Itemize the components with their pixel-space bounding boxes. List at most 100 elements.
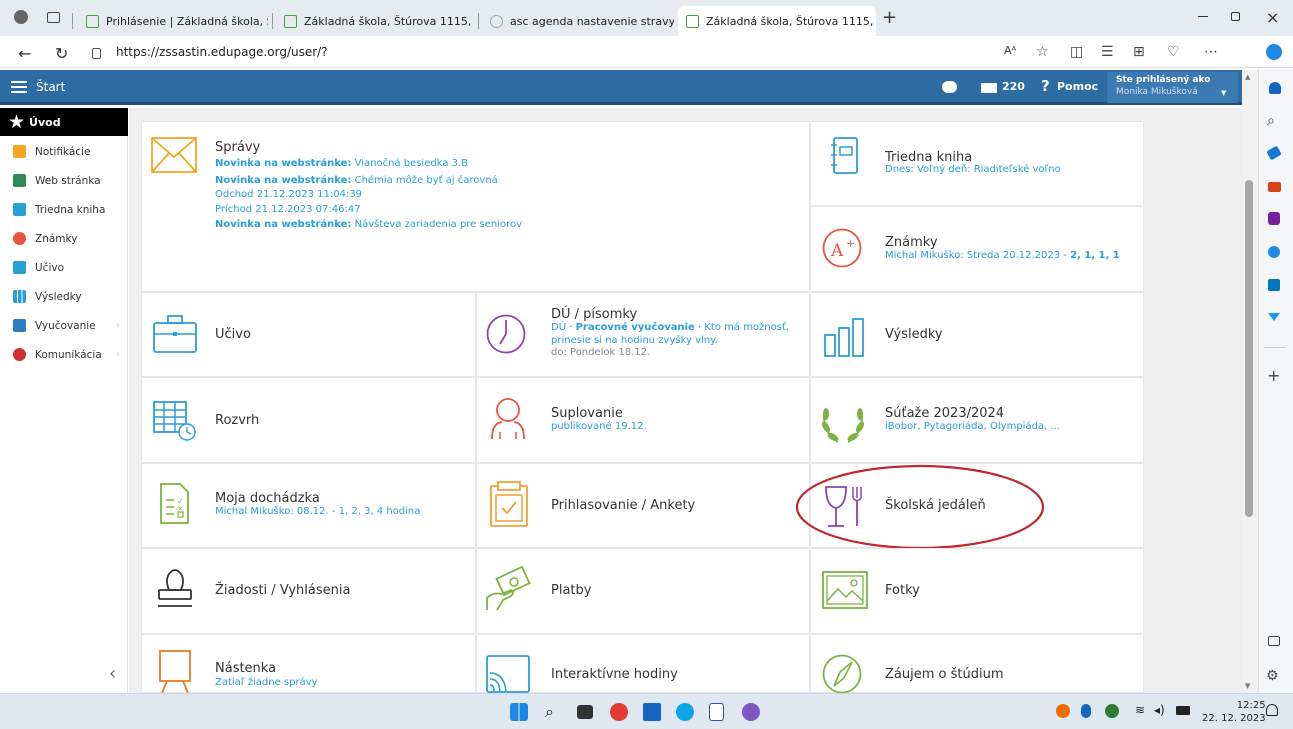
surveys-title: Prihlasovanie / Ankety (551, 498, 696, 513)
refresh-button[interactable]: ↻ (55, 44, 68, 63)
task-view-icon[interactable] (577, 705, 593, 719)
sidebar-item-results[interactable]: Výsledky (0, 282, 128, 311)
start-label[interactable]: Štart (36, 80, 65, 94)
noticeboard-title: Nástenka (215, 661, 277, 676)
sidebar-item-label: Známky (35, 232, 78, 245)
bluetooth-icon[interactable] (1081, 704, 1091, 718)
briefcase-icon[interactable] (1268, 182, 1281, 192)
sidebar-item-label: Komunikácia (35, 348, 102, 361)
sidebar-item-website[interactable]: Web stránka (0, 166, 128, 195)
attendance-list-icon: ✓× (160, 483, 189, 524)
notepad-icon[interactable] (709, 703, 724, 721)
battery-icon[interactable] (1176, 706, 1190, 715)
system-clock[interactable]: 12:25 22. 12. 2023 (1202, 699, 1266, 725)
curriculum-title: Učivo (215, 327, 251, 342)
edupage-favicon (284, 14, 297, 28)
read-aloud-icon[interactable]: Aᴬ (1004, 44, 1016, 57)
messages-line-2[interactable]: Novinka na webstránke: Chémia môže byť a… (215, 174, 498, 187)
copilot-icon[interactable] (1266, 44, 1282, 60)
sidebar-item-notifications[interactable]: Notifikácie (0, 137, 128, 166)
tab-2[interactable]: Základná škola, Štúrova 1115, 90 × (276, 6, 474, 36)
scroll-down-arrow-icon[interactable]: ▼ (1245, 682, 1250, 690)
outlook-icon[interactable] (1268, 279, 1280, 291)
volume-icon[interactable]: ◂) (1154, 703, 1165, 717)
app-tray-icon[interactable] (1105, 704, 1119, 718)
scroll-up-arrow-icon[interactable]: ▲ (1245, 73, 1250, 81)
person-icon (491, 398, 525, 440)
messages-line-5[interactable]: Novinka na webstránke: Návšteva zariaden… (215, 218, 522, 231)
chevron-right-icon: › (116, 349, 120, 360)
sidebar-item-label: Vyučovanie (35, 319, 96, 332)
performance-icon[interactable]: ♡ (1167, 44, 1180, 60)
sidebar-item-class-book[interactable]: Triedna kniha (0, 195, 128, 224)
tab-3-label: asc agenda nastavenie stravy - H (510, 14, 674, 28)
sidebar-collapse-button[interactable]: ‹ (109, 663, 116, 684)
lock-icon[interactable] (92, 48, 101, 59)
substitutions-subtitle: publikované 19.12. (551, 421, 647, 432)
games-icon[interactable] (1268, 212, 1280, 225)
envelope-icon (13, 145, 26, 158)
sidebar-item-curriculum[interactable]: Učivo (0, 253, 128, 282)
compass-icon (822, 654, 862, 694)
messages-line-1[interactable]: Novinka na webstránke: Vianočná besiedka… (215, 157, 468, 170)
mail-icon[interactable] (981, 83, 997, 93)
url-field[interactable]: https://zssastin.edupage.org/user/? (116, 45, 328, 59)
restore-button[interactable] (1231, 12, 1240, 21)
messages-line-4[interactable]: Príchod 21.12.2023 07:46:47 (215, 203, 361, 216)
new-tab-button[interactable]: + (882, 7, 897, 28)
add-icon[interactable]: + (1267, 366, 1280, 385)
notification-bell-icon[interactable] (1266, 704, 1278, 716)
favorites-list-icon[interactable]: ☰ (1101, 44, 1114, 60)
save-app-icon[interactable] (643, 703, 661, 721)
tab-3[interactable]: asc agenda nastavenie stravy - H × (482, 6, 674, 36)
mail-count[interactable]: 220 (1002, 80, 1025, 93)
help-label[interactable]: Pomoc (1057, 80, 1098, 93)
scrollbar-thumb[interactable] (1245, 180, 1253, 517)
sidebar-item-label: Učivo (35, 261, 65, 274)
messages-line-3[interactable]: Odchod 21.12.2023 11:04:39 (215, 188, 362, 201)
avast-icon[interactable] (1056, 704, 1070, 718)
split-screen-icon[interactable]: ◫ (1070, 44, 1083, 60)
sidebar-item-communication[interactable]: Komunikácia › (0, 340, 128, 369)
edupage-header (0, 70, 1242, 105)
star-icon: ★ (8, 110, 26, 133)
sidebar-item-label: Výsledky (35, 290, 82, 303)
m365-icon[interactable] (1268, 246, 1280, 258)
chrome-icon[interactable] (610, 703, 628, 721)
wifi-icon[interactable]: ≋ (1135, 703, 1145, 717)
search-icon[interactable]: ⌕ (545, 702, 554, 722)
more-icon[interactable]: ⋯ (1204, 44, 1218, 60)
bell-icon[interactable] (1269, 82, 1281, 94)
search-icon[interactable]: ⌕ (1267, 113, 1275, 129)
tab-separator (272, 13, 273, 29)
tab-4-active[interactable]: Základná škola, Štúrova 1115, 90 × (678, 6, 876, 36)
window-close-button[interactable]: × (1266, 8, 1279, 27)
sidebar-item-teaching[interactable]: Vyučovanie › (0, 311, 128, 340)
minimize-button[interactable] (1198, 16, 1208, 17)
sidebar-item-home[interactable]: ★ Úvod (0, 108, 128, 136)
tab-1[interactable]: Prihlásenie | Základná škola, Štúr × (78, 6, 268, 36)
clipboard-check-icon (490, 481, 528, 527)
cast-screen-icon (486, 655, 530, 693)
sidebar-item-grades[interactable]: Známky (0, 224, 128, 253)
favorite-star-icon[interactable]: ☆ (1036, 44, 1049, 60)
back-button[interactable]: ← (18, 44, 31, 63)
grades-values: 2, 1, 1, 1 (1070, 250, 1120, 261)
tab-actions-icon[interactable] (47, 12, 60, 23)
paint-icon[interactable] (742, 703, 760, 721)
settings-gear-icon[interactable]: ⚙ (1266, 668, 1279, 684)
sidebar-item-label: Triedna kniha (35, 203, 106, 216)
profile-icon[interactable] (14, 10, 28, 24)
homework-prefix: DÚ · (551, 322, 576, 333)
search-favicon (490, 14, 503, 28)
menu-icon[interactable] (11, 81, 27, 93)
help-icon[interactable]: ? (1041, 77, 1050, 95)
edge-icon[interactable] (676, 703, 694, 721)
windows-start-icon[interactable] (510, 703, 528, 721)
sidebar-toggle-icon[interactable] (1268, 636, 1280, 646)
chat-bubbles-icon (13, 348, 26, 361)
chevron-down-icon[interactable]: ▼ (1221, 89, 1226, 97)
collections-icon[interactable]: ⊞ (1133, 44, 1145, 60)
chat-icon[interactable] (942, 81, 957, 93)
edupage-favicon (686, 14, 699, 28)
